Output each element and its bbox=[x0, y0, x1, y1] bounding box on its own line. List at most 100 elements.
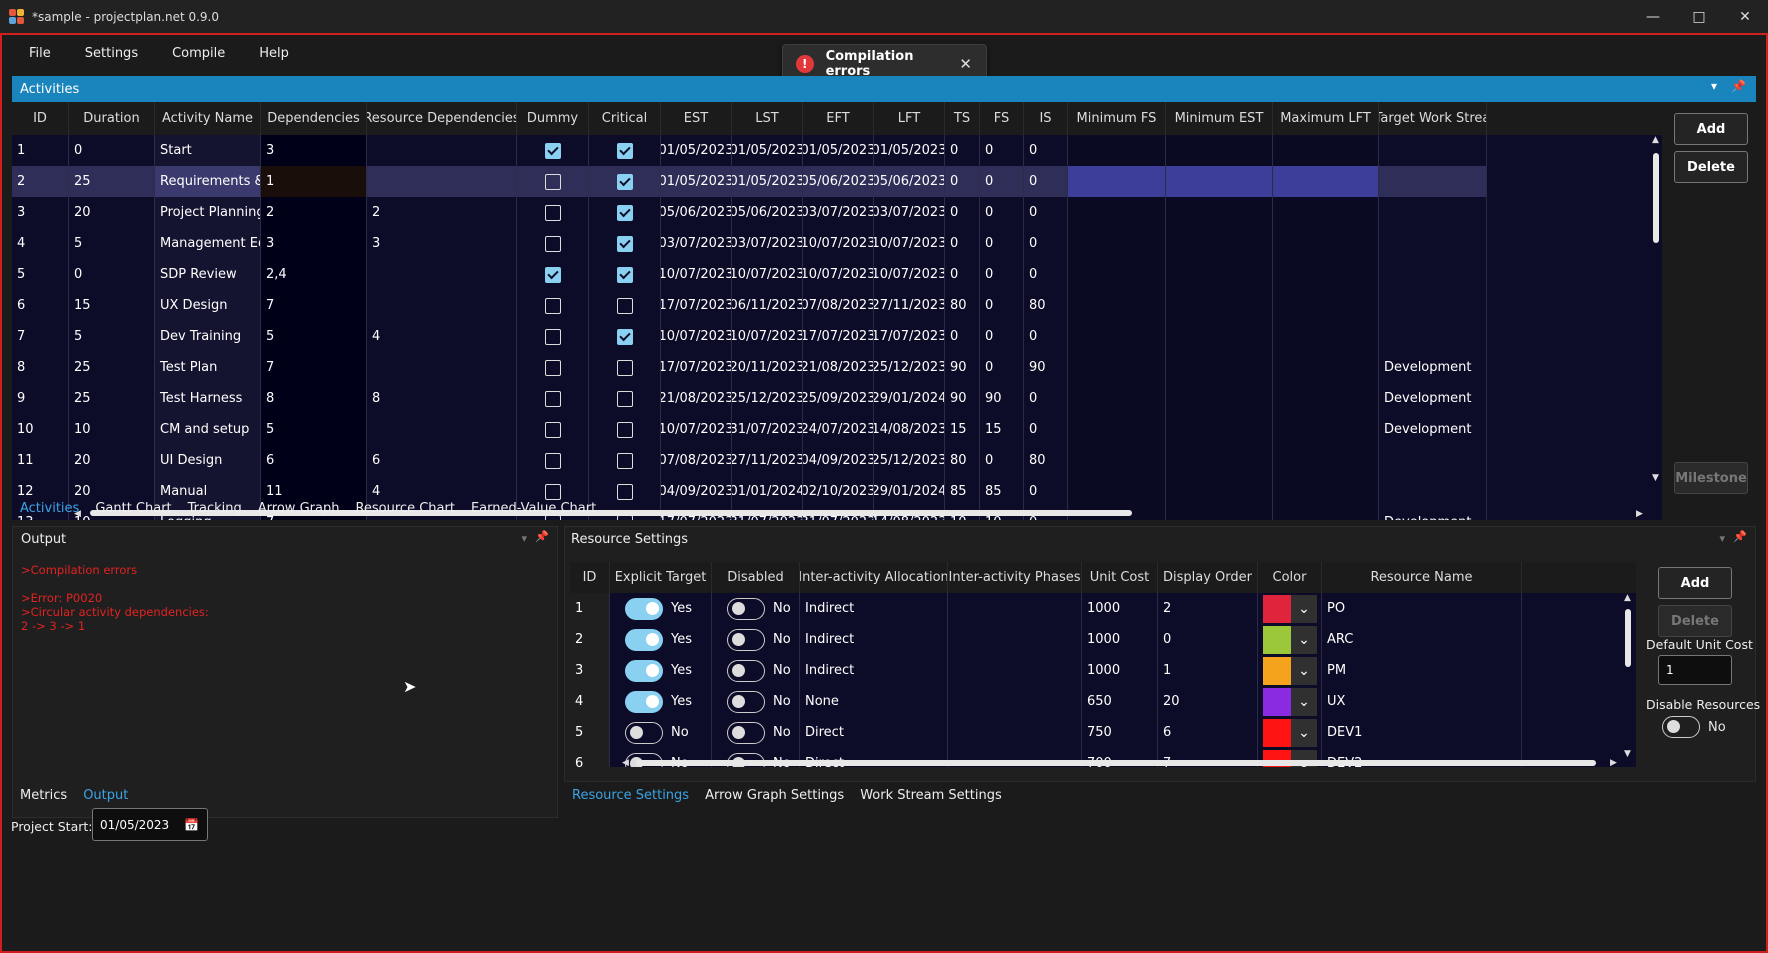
activity-cell[interactable]: 6 bbox=[261, 445, 367, 476]
critical-checkbox[interactable] bbox=[616, 297, 633, 314]
activity-cell[interactable]: 80 bbox=[945, 290, 980, 321]
column-header[interactable]: LST bbox=[732, 102, 803, 135]
activity-row[interactable]: 11 20 UI Design 6 6 07/08/2023 27/11/2023 04/09… bbox=[12, 445, 1487, 476]
delete-resource-button[interactable]: Delete bbox=[1658, 605, 1732, 637]
activity-cell[interactable]: 17/07/2023 bbox=[661, 352, 732, 383]
resource-cell[interactable]: 2 bbox=[1158, 593, 1258, 624]
resource-row[interactable]: 5 No No Direct 750 6 ⌄ DEV1 bbox=[570, 717, 1522, 748]
activity-cell[interactable]: 10/07/2023 bbox=[803, 228, 874, 259]
dummy-checkbox[interactable] bbox=[544, 328, 561, 345]
activity-cell[interactable]: 15 bbox=[945, 414, 980, 445]
activity-cell[interactable]: 0 bbox=[945, 228, 980, 259]
resource-cell[interactable]: PM bbox=[1322, 655, 1522, 686]
resource-row[interactable]: 4 Yes No None 650 20 ⌄ UX bbox=[570, 686, 1522, 717]
activity-cell[interactable]: 10/07/2023 bbox=[732, 321, 803, 352]
delete-activity-button[interactable]: Delete bbox=[1674, 151, 1748, 183]
resource-cell[interactable]: ⌄ bbox=[1258, 624, 1322, 655]
activity-cell[interactable]: 03/07/2023 bbox=[803, 197, 874, 228]
activity-cell[interactable] bbox=[1273, 383, 1379, 414]
column-header[interactable]: LFT bbox=[874, 102, 945, 135]
activity-cell[interactable]: UX Design bbox=[155, 290, 261, 321]
activity-cell[interactable] bbox=[1166, 445, 1273, 476]
activity-cell[interactable] bbox=[1379, 135, 1487, 166]
column-header[interactable]: Explicit Target bbox=[610, 562, 712, 593]
resource-cell[interactable] bbox=[948, 624, 1082, 655]
resource-cell[interactable]: ⌄ bbox=[1258, 686, 1322, 717]
activity-cell[interactable] bbox=[1273, 259, 1379, 290]
column-header[interactable]: IS bbox=[1024, 102, 1068, 135]
activity-cell[interactable] bbox=[1068, 228, 1166, 259]
column-header[interactable]: Disabled bbox=[712, 562, 800, 593]
column-header[interactable]: Inter-activity Phases bbox=[948, 562, 1082, 593]
right-tab-resource-settings[interactable]: Resource Settings bbox=[564, 788, 697, 803]
activity-cell[interactable]: 0 bbox=[1024, 383, 1068, 414]
scroll-up-icon[interactable]: ▲ bbox=[1652, 135, 1659, 145]
critical-checkbox[interactable] bbox=[616, 173, 633, 190]
critical-checkbox[interactable] bbox=[616, 452, 633, 469]
activity-cell[interactable] bbox=[589, 166, 661, 197]
disabled-toggle[interactable] bbox=[727, 597, 765, 620]
project-start-date-input[interactable]: 01/05/2023 📅 bbox=[92, 808, 208, 841]
resource-cell[interactable]: 1000 bbox=[1082, 593, 1158, 624]
activity-cell[interactable] bbox=[1068, 259, 1166, 290]
activity-cell[interactable]: 0 bbox=[980, 166, 1024, 197]
activity-cell[interactable]: 0 bbox=[945, 197, 980, 228]
dummy-checkbox[interactable] bbox=[544, 452, 561, 469]
resource-cell[interactable]: 2 bbox=[570, 624, 610, 655]
activity-cell[interactable]: 01/05/2023 bbox=[732, 166, 803, 197]
activity-cell[interactable]: 0 bbox=[945, 135, 980, 166]
activity-cell[interactable]: 01/05/2023 bbox=[661, 166, 732, 197]
dummy-checkbox[interactable] bbox=[544, 421, 561, 438]
resource-cell[interactable]: Yes bbox=[610, 655, 712, 686]
column-header[interactable]: EFT bbox=[803, 102, 874, 135]
activity-cell[interactable] bbox=[1379, 290, 1487, 321]
activity-cell[interactable]: 05/06/2023 bbox=[732, 197, 803, 228]
activity-cell[interactable] bbox=[1273, 352, 1379, 383]
activity-cell[interactable]: 21/08/2023 bbox=[803, 352, 874, 383]
resource-cell[interactable]: None bbox=[800, 686, 948, 717]
activity-cell[interactable]: 20/11/2023 bbox=[732, 352, 803, 383]
resource-vertical-scrollbar[interactable]: ▲ ▼ bbox=[1622, 593, 1634, 763]
activity-cell[interactable]: Dev Training bbox=[155, 321, 261, 352]
activity-cell[interactable]: 3 bbox=[261, 135, 367, 166]
activity-cell[interactable]: 05/06/2023 bbox=[874, 166, 945, 197]
color-swatch[interactable] bbox=[1263, 656, 1291, 685]
activity-cell[interactable] bbox=[517, 166, 589, 197]
activity-cell[interactable] bbox=[589, 321, 661, 352]
activity-cell[interactable]: 2 bbox=[367, 197, 517, 228]
activity-cell[interactable]: 3 bbox=[12, 197, 69, 228]
activity-cell[interactable] bbox=[1068, 352, 1166, 383]
activity-cell[interactable] bbox=[1166, 290, 1273, 321]
column-header[interactable]: Unit Cost bbox=[1082, 562, 1158, 593]
column-header[interactable]: Activity Name bbox=[155, 102, 261, 135]
critical-checkbox[interactable] bbox=[616, 142, 633, 159]
activity-cell[interactable]: 4 bbox=[12, 228, 69, 259]
activity-cell[interactable] bbox=[1379, 476, 1487, 507]
activity-cell[interactable] bbox=[1273, 507, 1379, 520]
column-header[interactable]: Dummy bbox=[517, 102, 589, 135]
activity-cell[interactable] bbox=[589, 228, 661, 259]
resource-cell[interactable]: 0 bbox=[1158, 624, 1258, 655]
column-header[interactable]: ID bbox=[12, 102, 69, 135]
resource-cell[interactable]: UX bbox=[1322, 686, 1522, 717]
resource-cell[interactable]: Indirect bbox=[800, 624, 948, 655]
activity-cell[interactable] bbox=[1273, 197, 1379, 228]
activity-cell[interactable]: 01/05/2023 bbox=[803, 135, 874, 166]
critical-checkbox[interactable] bbox=[616, 421, 633, 438]
activity-cell[interactable] bbox=[1068, 414, 1166, 445]
activity-cell[interactable]: 8 bbox=[12, 352, 69, 383]
activity-cell[interactable]: 0 bbox=[945, 166, 980, 197]
activity-cell[interactable] bbox=[1068, 383, 1166, 414]
activity-cell[interactable] bbox=[1273, 166, 1379, 197]
activity-cell[interactable]: Development bbox=[1379, 352, 1487, 383]
resource-cell[interactable]: No bbox=[712, 593, 800, 624]
activity-cell[interactable]: 27/11/2023 bbox=[874, 290, 945, 321]
milestone-button[interactable]: Milestone bbox=[1674, 462, 1748, 494]
activity-cell[interactable] bbox=[1166, 259, 1273, 290]
activity-cell[interactable]: 6 bbox=[367, 445, 517, 476]
critical-checkbox[interactable] bbox=[616, 483, 633, 500]
dummy-checkbox[interactable] bbox=[544, 235, 561, 252]
activity-cell[interactable] bbox=[367, 166, 517, 197]
activity-cell[interactable]: Development bbox=[1379, 414, 1487, 445]
menu-help[interactable]: Help bbox=[242, 43, 306, 67]
